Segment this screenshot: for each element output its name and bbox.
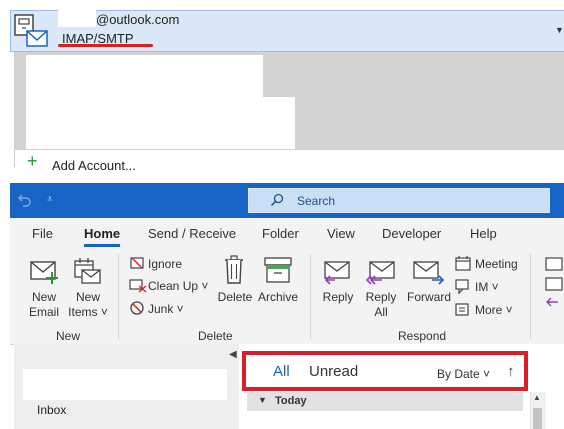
- im-button[interactable]: IM ˅: [475, 280, 499, 294]
- plus-icon[interactable]: +: [27, 152, 38, 170]
- redacted-region: [58, 0, 96, 27]
- account-email: @outlook.com: [96, 12, 180, 27]
- delete-button[interactable]: Delete: [214, 290, 256, 305]
- new-email-label-2: Email: [28, 305, 59, 319]
- tab-file[interactable]: File: [32, 226, 53, 241]
- archive-button[interactable]: Archive: [256, 290, 300, 305]
- junk-icon[interactable]: [129, 300, 145, 316]
- reply-all-label-1: Reply: [365, 290, 397, 304]
- add-account-link[interactable]: Add Account...: [52, 158, 136, 173]
- scrollbar-thumb[interactable]: [533, 408, 542, 429]
- tab-folder[interactable]: Folder: [262, 226, 299, 241]
- active-tab-indicator: [84, 244, 120, 247]
- group-label-delete: Delete: [198, 329, 233, 343]
- redacted-region: [263, 97, 295, 149]
- reading-pane: [548, 344, 564, 429]
- archive-icon[interactable]: [263, 256, 293, 284]
- new-items-label-1: New: [75, 290, 100, 304]
- ignore-button[interactable]: Ignore: [148, 257, 182, 271]
- customize-toolbar-icon[interactable]: ⩡: [47, 194, 53, 205]
- sort-dropdown[interactable]: By Date ˅: [437, 367, 490, 381]
- tab-home[interactable]: Home: [84, 226, 120, 241]
- trash-icon[interactable]: [223, 255, 245, 285]
- im-icon[interactable]: [455, 278, 472, 295]
- tab-help[interactable]: Help: [470, 226, 497, 241]
- group-divider: [118, 254, 119, 339]
- filter-unread-button[interactable]: Unread: [309, 363, 358, 380]
- clean-up-button[interactable]: Clean Up ˅: [148, 279, 208, 293]
- list-item[interactable]: [247, 411, 523, 429]
- tab-send-receive[interactable]: Send / Receive: [148, 226, 236, 241]
- forward-icon[interactable]: [412, 258, 446, 286]
- group-divider: [310, 254, 311, 339]
- chevron-left-icon[interactable]: ◀: [229, 349, 237, 360]
- ignore-icon[interactable]: [129, 255, 145, 271]
- sort-direction-icon[interactable]: ↑: [507, 363, 515, 380]
- new-items-icon[interactable]: [72, 256, 102, 286]
- mail-account-icon: [14, 14, 48, 47]
- search-icon: [270, 193, 284, 207]
- group-header-label: Today: [275, 395, 307, 407]
- new-email-button[interactable]: New Email: [24, 290, 64, 320]
- group-label-new: New: [56, 329, 81, 343]
- red-underline-annotation: [58, 44, 153, 47]
- redacted-region: [23, 369, 227, 400]
- reply-all-label-2: All: [374, 305, 388, 319]
- more-button[interactable]: More ˅: [475, 303, 513, 317]
- scroll-up-icon[interactable]: ▲: [533, 393, 541, 402]
- group-divider: [530, 254, 531, 339]
- new-email-label-1: New: [31, 290, 56, 304]
- meeting-icon[interactable]: [455, 255, 472, 272]
- chevron-down-icon[interactable]: ▼: [555, 25, 564, 35]
- new-items-label-2: Items ˅: [68, 305, 108, 319]
- forward-button[interactable]: Forward: [404, 290, 454, 305]
- meeting-button[interactable]: Meeting: [475, 257, 518, 271]
- tab-view[interactable]: View: [327, 226, 355, 241]
- reply-all-button[interactable]: Reply All: [360, 290, 402, 320]
- redacted-region: [26, 55, 263, 149]
- divider: [14, 52, 15, 167]
- clean-up-icon[interactable]: [129, 277, 147, 293]
- search-placeholder: Search: [297, 194, 336, 208]
- quick-steps-icon[interactable]: [544, 256, 564, 316]
- tab-developer[interactable]: Developer: [382, 226, 441, 241]
- new-items-button[interactable]: New Items ˅: [68, 290, 108, 320]
- reply-button[interactable]: Reply: [318, 290, 358, 305]
- search-input[interactable]: [248, 188, 550, 213]
- junk-button[interactable]: Junk ˅: [148, 302, 184, 316]
- more-respond-icon[interactable]: [455, 301, 472, 318]
- folder-inbox[interactable]: Inbox: [37, 403, 66, 417]
- group-label-respond: Respond: [398, 329, 447, 343]
- new-email-icon[interactable]: [29, 258, 61, 286]
- chevron-down-icon[interactable]: ▼: [258, 395, 267, 405]
- filter-all-button[interactable]: All: [273, 363, 290, 380]
- reply-icon[interactable]: [321, 258, 353, 286]
- undo-icon[interactable]: [18, 193, 32, 207]
- reply-all-icon[interactable]: [364, 258, 398, 286]
